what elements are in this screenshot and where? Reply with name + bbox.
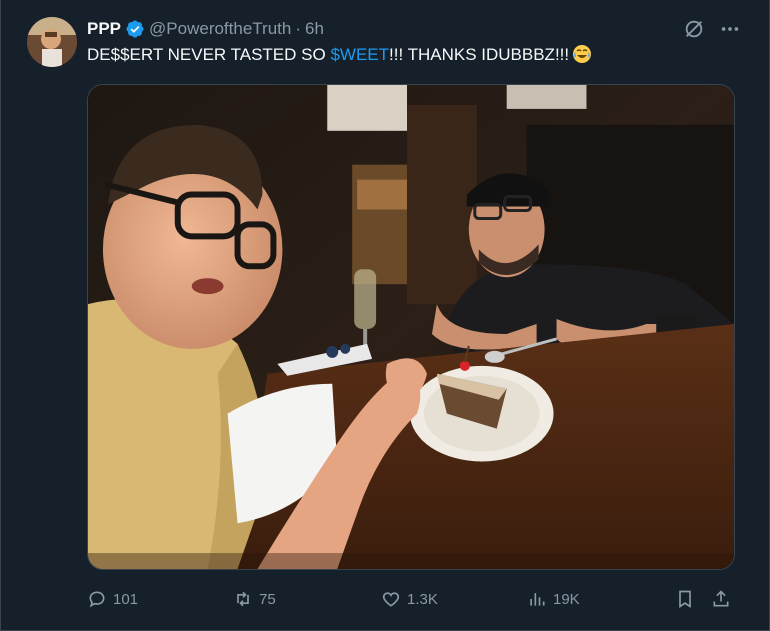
like-icon bbox=[382, 592, 400, 607]
views-button[interactable]: 19K bbox=[527, 586, 580, 612]
tweet-text-part2: !!! THANKS IDUBBBZ!!! bbox=[389, 45, 570, 64]
photo-restaurant-dessert bbox=[88, 85, 734, 569]
reply-count: 101 bbox=[113, 590, 139, 608]
tweet-text: DE$$ERT NEVER TASTED SO $WEET!!! THANKS … bbox=[87, 44, 592, 65]
repost-button[interactable]: 75 bbox=[233, 586, 276, 612]
reply-button[interactable]: 101 bbox=[87, 586, 138, 612]
tweet-actions: 101 75 1.3K 19K bbox=[87, 586, 737, 612]
views-icon bbox=[530, 593, 545, 606]
avatar[interactable] bbox=[27, 17, 77, 67]
like-button[interactable]: 1.3K bbox=[381, 586, 438, 612]
reply-icon bbox=[89, 591, 105, 608]
timestamp[interactable]: 6h bbox=[305, 19, 324, 39]
grok-icon[interactable] bbox=[683, 18, 705, 40]
repost-count: 75 bbox=[259, 590, 276, 608]
tweet[interactable]: PPP @PoweroftheTruth · 6h DE$$ERT NEVER … bbox=[0, 0, 770, 631]
views-count: 19K bbox=[553, 590, 580, 608]
bookmark-icon bbox=[679, 590, 691, 609]
tweet-header: PPP @PoweroftheTruth · 6h bbox=[87, 18, 324, 40]
tweet-text-part1: DE$$ERT NEVER TASTED SO bbox=[87, 45, 331, 64]
more-icon[interactable] bbox=[719, 18, 741, 40]
share-icon bbox=[713, 590, 729, 607]
cashtag-link[interactable]: $WEET bbox=[330, 45, 389, 64]
bookmark-button[interactable] bbox=[675, 586, 701, 612]
verified-badge-icon[interactable] bbox=[125, 19, 145, 39]
tweet-top-icons bbox=[683, 18, 741, 40]
like-count: 1.3K bbox=[407, 590, 438, 608]
display-name[interactable]: PPP bbox=[87, 19, 121, 39]
repost-icon bbox=[237, 591, 249, 607]
handle[interactable]: @PoweroftheTruth bbox=[149, 19, 291, 39]
face-with-tears-of-joy-emoji-icon bbox=[572, 44, 592, 64]
share-button[interactable] bbox=[711, 586, 737, 612]
tweet-photo[interactable] bbox=[87, 84, 735, 570]
separator-dot: · bbox=[295, 19, 302, 38]
